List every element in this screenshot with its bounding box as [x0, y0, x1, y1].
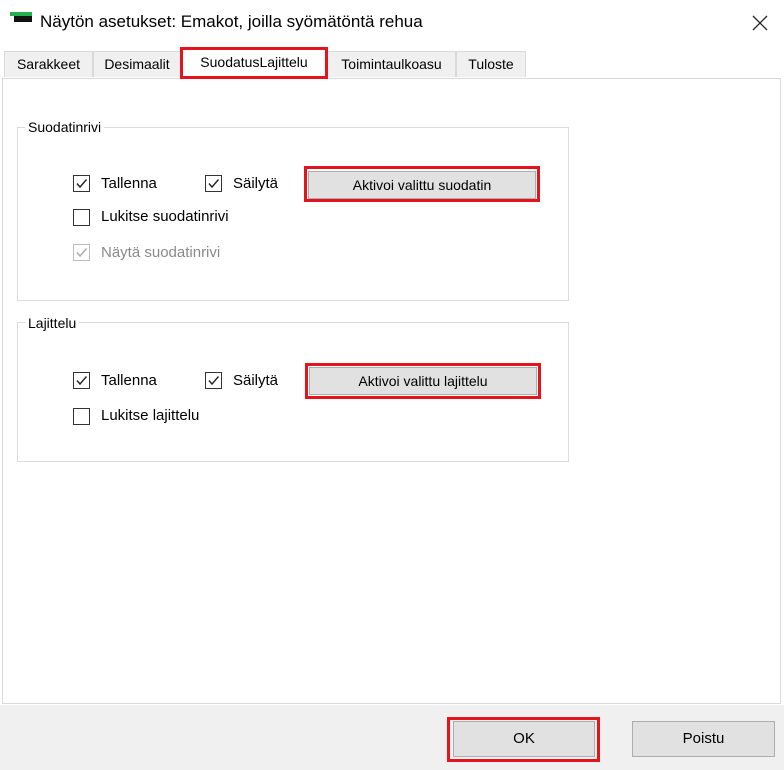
tab-tuloste[interactable]: Tuloste [456, 51, 526, 77]
ok-highlight [447, 717, 600, 762]
activate-filter-highlight [304, 166, 540, 202]
lock-sort-checkbox[interactable] [73, 408, 90, 425]
show-filter-checkbox [73, 244, 90, 261]
activate-sort-highlight [305, 363, 541, 399]
sort-keep-label: Säilytä [233, 372, 279, 389]
tab-highlight [180, 47, 328, 79]
check-icon [208, 179, 220, 189]
check-icon [208, 376, 220, 386]
exit-button[interactable]: Poistu [632, 721, 775, 757]
show-filter-label: Näytä suodatinrivi [101, 244, 221, 261]
filter-row-group [17, 127, 569, 301]
sort-save-label: Tallenna [101, 372, 157, 389]
filter-group-title: Suodatinrivi [25, 119, 105, 135]
tab-toimintaulkoasu[interactable]: Toimintaulkoasu [327, 51, 456, 77]
sort-keep-checkbox[interactable] [205, 372, 222, 389]
filter-keep-checkbox[interactable] [205, 175, 222, 192]
lock-sort-label: Lukitse lajittelu [101, 407, 200, 424]
filter-save-label: Tallenna [101, 175, 157, 192]
title-bar: Näytön asetukset: Emakot, joilla syömätö… [0, 0, 784, 46]
lock-filter-checkbox[interactable] [73, 209, 90, 226]
window-title: Näytön asetukset: Emakot, joilla syömätö… [40, 12, 423, 31]
tab-desimaalit[interactable]: Desimaalit [93, 51, 181, 77]
app-icon [10, 12, 32, 26]
check-icon [76, 248, 88, 258]
sort-group-title: Lajittelu [25, 315, 80, 331]
tab-suodatuslajittelu[interactable]: SuodatusLajittelu [180, 47, 328, 79]
tab-sarakkeet[interactable]: Sarakkeet [4, 51, 93, 77]
tab-strip: Sarakkeet Desimaalit SuodatusLajittelu T… [0, 46, 784, 79]
check-icon [76, 376, 88, 386]
filter-save-checkbox[interactable] [73, 175, 90, 192]
check-icon [76, 179, 88, 189]
close-button[interactable] [738, 4, 782, 42]
lock-filter-label: Lukitse suodatinrivi [101, 208, 229, 225]
dialog-footer: OK Poistu [0, 705, 784, 770]
sort-save-checkbox[interactable] [73, 372, 90, 389]
close-icon [752, 15, 768, 31]
filter-keep-label: Säilytä [233, 175, 279, 192]
